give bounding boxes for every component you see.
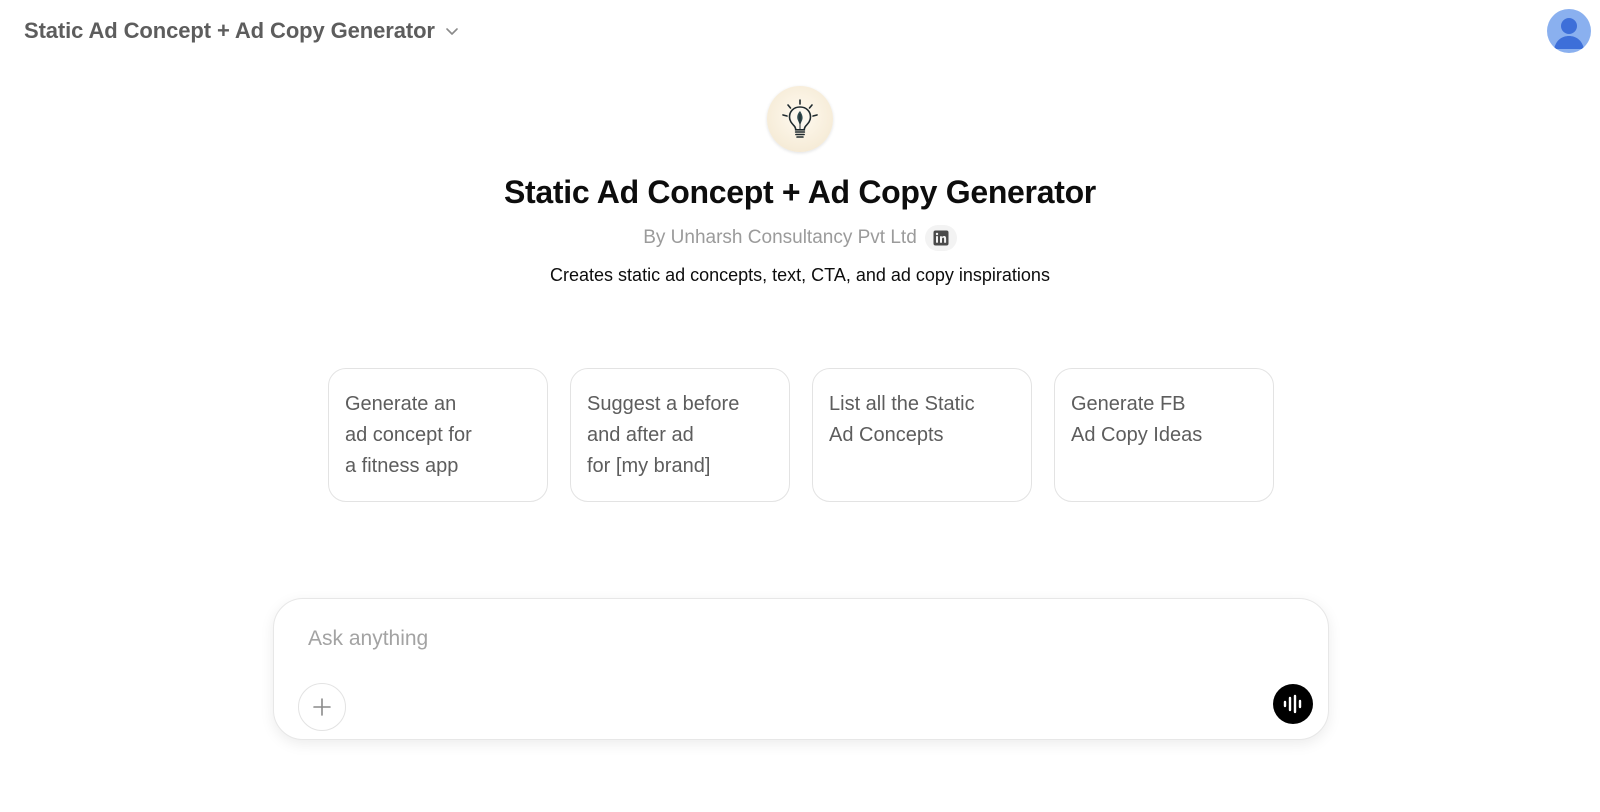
- starter-card[interactable]: List all the Static Ad Concepts: [812, 368, 1032, 502]
- gpt-intro: Static Ad Concept + Ad Copy Generator By…: [0, 86, 1600, 286]
- linkedin-icon[interactable]: [924, 225, 957, 251]
- starter-card[interactable]: Generate an ad concept for a fitness app: [328, 368, 548, 502]
- chevron-down-icon: [443, 22, 461, 40]
- gpt-byline: By Unharsh Consultancy Pvt Ltd: [643, 225, 957, 251]
- prompt-input[interactable]: [308, 619, 1248, 659]
- composer: [273, 598, 1329, 740]
- user-avatar-icon[interactable]: [1547, 9, 1591, 53]
- lightbulb-icon: [767, 86, 833, 152]
- conversation-starters: Generate an ad concept for a fitness app…: [328, 368, 1274, 502]
- byline-text: By Unharsh Consultancy Pvt Ltd: [643, 227, 917, 248]
- gpt-title: Static Ad Concept + Ad Copy Generator: [504, 174, 1096, 210]
- model-switcher-button[interactable]: Static Ad Concept + Ad Copy Generator: [14, 12, 471, 50]
- plus-icon[interactable]: [298, 683, 346, 731]
- model-title: Static Ad Concept + Ad Copy Generator: [24, 18, 435, 43]
- starter-card[interactable]: Generate FB Ad Copy Ideas: [1054, 368, 1274, 502]
- gpt-description: Creates static ad concepts, text, CTA, a…: [550, 265, 1050, 285]
- voice-mode-icon[interactable]: [1273, 684, 1313, 724]
- starter-card[interactable]: Suggest a before and after ad for [my br…: [570, 368, 790, 502]
- top-bar: Static Ad Concept + Ad Copy Generator: [0, 0, 1600, 62]
